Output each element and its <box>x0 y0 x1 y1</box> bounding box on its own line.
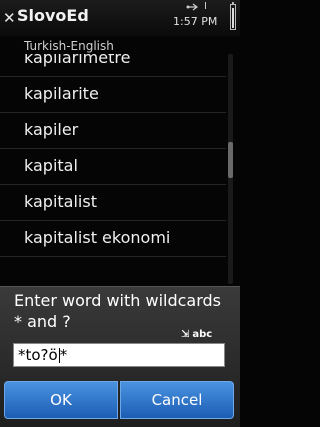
bluetooth-icon: Ι <box>204 1 207 12</box>
list-item[interactable]: kapitalist ekonomi <box>0 221 226 257</box>
usb-icon <box>186 3 198 11</box>
dialog-title: Enter word with wildcards * and ? <box>14 291 221 331</box>
input-value: *to?ö * <box>18 346 68 364</box>
word-list: kapilarimetre kapilarite kapiler kapital… <box>0 54 226 286</box>
wildcard-dialog: Enter word with wildcards * and ? ⇲ abc *… <box>0 286 240 427</box>
scrollbar-thumb[interactable] <box>228 142 233 178</box>
clock: 1:57 PM <box>173 15 218 28</box>
dictionary-name: Turkish-English <box>24 39 114 53</box>
list-item[interactable]: kapital <box>0 149 226 185</box>
app-title: SlovoEd <box>17 6 89 25</box>
wildcard-input[interactable]: *to?ö * <box>13 343 225 367</box>
cancel-button[interactable]: Cancel <box>120 381 234 419</box>
list-item[interactable]: kapitalist <box>0 185 226 221</box>
list-item[interactable]: kapiler <box>0 113 226 149</box>
list-item[interactable]: kapilarimetre <box>0 54 226 77</box>
list-item-label: kapilarimetre <box>24 54 131 67</box>
list-item-label: kapitalist ekonomi <box>24 228 171 247</box>
list-item-label: kapital <box>24 156 78 175</box>
list-item-label: kapiler <box>24 120 79 139</box>
list-item-label: kapitalist <box>24 192 97 211</box>
status-bar: ✕ SlovoEd Ι 1:57 PM <box>0 0 240 36</box>
battery-icon <box>230 2 236 30</box>
list-item-label: kapilarite <box>24 84 99 103</box>
close-icon[interactable]: ✕ <box>3 10 16 26</box>
input-mode-indicator: ⇲ abc <box>181 329 213 340</box>
list-item[interactable]: kapilarite <box>0 77 226 113</box>
input-mode-icon: ⇲ <box>181 329 190 340</box>
ok-button[interactable]: OK <box>4 381 118 419</box>
scrollbar[interactable] <box>228 54 233 284</box>
